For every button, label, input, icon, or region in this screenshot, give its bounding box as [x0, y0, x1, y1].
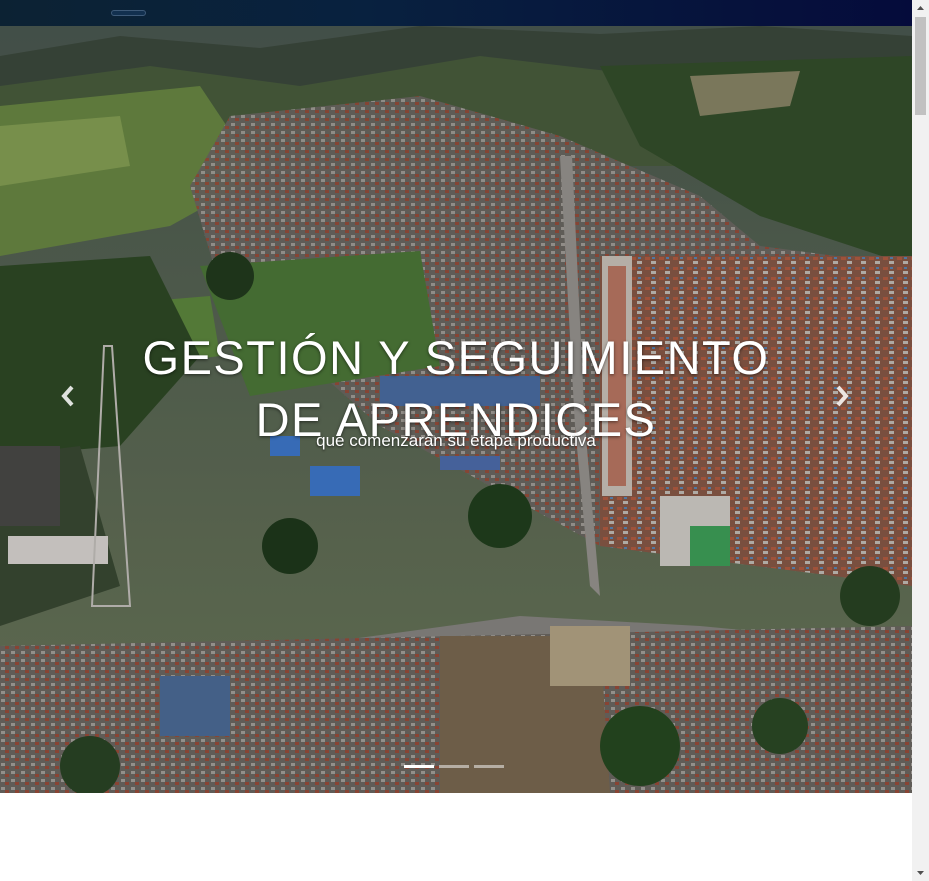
navbar-toggle-button[interactable] [111, 10, 146, 16]
arrow-up-icon[interactable] [916, 4, 925, 13]
chevron-left-icon [61, 385, 74, 407]
hero-carousel: GESTIÓN Y SEGUIMIENTO DE APRENDICES que … [0, 26, 912, 793]
carousel-indicator-3[interactable] [474, 765, 504, 768]
page-scrollbar[interactable] [912, 0, 929, 881]
carousel-indicator-1[interactable] [404, 765, 434, 768]
chevron-right-icon [836, 385, 849, 407]
scrollbar-thumb[interactable] [915, 17, 926, 115]
hero-subtitle: que comenzarán su etapa productiva [316, 431, 596, 450]
arrow-down-icon[interactable] [916, 868, 925, 877]
carousel-indicators [404, 764, 508, 770]
carousel-next-button[interactable] [812, 366, 872, 426]
carousel-prev-button[interactable] [38, 366, 98, 426]
carousel-indicator-2[interactable] [439, 765, 469, 768]
top-navbar [0, 0, 912, 26]
